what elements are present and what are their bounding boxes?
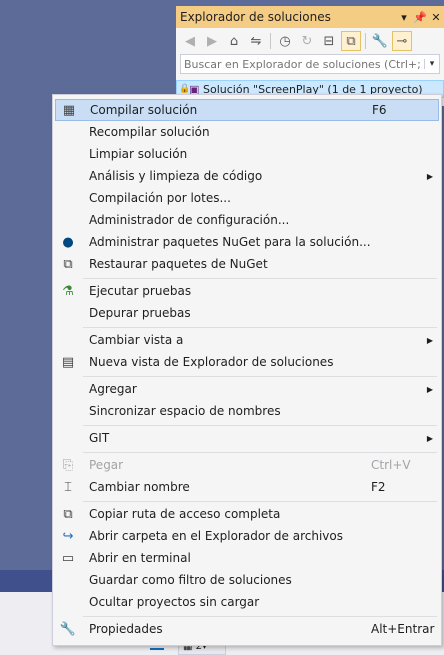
open-folder-icon: ↪ [62, 528, 74, 544]
menu-separator [83, 452, 437, 453]
toolbar-separator [270, 33, 271, 49]
copy-path-icon: ⧉ [63, 506, 73, 522]
menu-separator [83, 425, 437, 426]
submenu-arrow-icon: ▶ [426, 171, 433, 181]
menu-item-clean-solution[interactable]: Limpiar solución [55, 143, 439, 165]
menu-item-configuration-manager[interactable]: Administrador de configuración... [55, 209, 439, 231]
terminal-icon: ▭ [61, 550, 75, 566]
forward-icon[interactable]: ▶ [202, 31, 222, 51]
collapse-all-icon[interactable]: ⊟ [319, 31, 339, 51]
back-icon[interactable]: ◀ [180, 31, 200, 51]
menu-item-add[interactable]: Agregar ▶ [55, 378, 439, 400]
menu-separator [83, 501, 437, 502]
switch-views-icon[interactable]: ⇋ [246, 31, 266, 51]
menu-item-git[interactable]: GIT ▶ [55, 427, 439, 449]
menu-separator [83, 376, 437, 377]
menu-separator [83, 616, 437, 617]
submenu-arrow-icon: ▶ [426, 384, 433, 394]
menu-separator [83, 278, 437, 279]
menu-item-copy-full-path[interactable]: ⧉ Copiar ruta de acceso completa [55, 503, 439, 525]
menu-item-debug-tests[interactable]: Depurar pruebas [55, 302, 439, 324]
dropdown-icon[interactable]: ▾ [396, 11, 412, 24]
menu-separator [83, 327, 437, 328]
lock-icon: 🔒 [179, 84, 191, 94]
paste-icon: ⎘ [62, 457, 74, 473]
wrench-icon: 🔧 [59, 621, 77, 637]
solution-explorer-title: Explorador de soluciones [180, 10, 331, 24]
submenu-arrow-icon: ▶ [426, 433, 433, 443]
menu-item-hide-unloaded[interactable]: Ocultar proyectos sin cargar [55, 591, 439, 613]
home-icon[interactable]: ⌂ [224, 31, 244, 51]
search-options-dropdown-icon[interactable]: ▾ [424, 59, 439, 69]
menu-item-properties[interactable]: 🔧 Propiedades Alt+Entrar [55, 618, 439, 640]
menu-item-analyze-cleanup[interactable]: Análisis y limpieza de código ▶ [55, 165, 439, 187]
preview-selected-icon[interactable]: ⊸ [392, 31, 412, 51]
solution-explorer-titlebar: Explorador de soluciones ▾ 📌 ✕ [176, 6, 444, 28]
menu-item-paste[interactable]: ⎘ Pegar Ctrl+V [55, 454, 439, 476]
menu-item-batch-build[interactable]: Compilación por lotes... [55, 187, 439, 209]
sync-icon[interactable]: ↻ [297, 31, 317, 51]
close-icon[interactable]: ✕ [428, 11, 444, 24]
menu-item-save-filter[interactable]: Guardar como filtro de soluciones [55, 569, 439, 591]
run-tests-icon: ⚗ [62, 283, 74, 299]
menu-item-rebuild-solution[interactable]: Recompilar solución [55, 121, 439, 143]
menu-item-restore-nuget[interactable]: ⧉ Restaurar paquetes de NuGet [55, 253, 439, 275]
menu-item-open-folder[interactable]: ↪ Abrir carpeta en el Explorador de arch… [55, 525, 439, 547]
rename-icon: ⌶ [64, 479, 72, 495]
nuget-icon: ● [62, 234, 74, 250]
solution-explorer-panel: Explorador de soluciones ▾ 📌 ✕ ◀ ▶ ⌂ ⇋ ◷… [176, 6, 444, 106]
menu-item-build-solution[interactable]: ▦ Compilar solución F6 [55, 99, 439, 121]
new-view-icon: ▤ [61, 354, 75, 370]
menu-item-new-explorer-view[interactable]: ▤ Nueva vista de Explorador de solucione… [55, 351, 439, 373]
show-all-files-icon[interactable]: ⧉ [341, 31, 361, 51]
pin-icon[interactable]: 📌 [412, 11, 428, 24]
menu-item-manage-nuget[interactable]: ● Administrar paquetes NuGet para la sol… [55, 231, 439, 253]
menu-item-sync-namespaces[interactable]: Sincronizar espacio de nombres [55, 400, 439, 422]
toolbar-separator [365, 33, 366, 49]
menu-item-open-terminal[interactable]: ▭ Abrir en terminal [55, 547, 439, 569]
properties-wrench-icon[interactable]: 🔧 [370, 31, 390, 51]
submenu-arrow-icon: ▶ [426, 335, 433, 345]
solution-explorer-search: ▾ [180, 54, 440, 74]
solution-explorer-toolbar: ◀ ▶ ⌂ ⇋ ◷ ↻ ⊟ ⧉ 🔧 ⊸ [176, 28, 444, 54]
context-menu: ▦ Compilar solución F6 Recompilar soluci… [52, 94, 442, 646]
menu-item-rename[interactable]: ⌶ Cambiar nombre F2 [55, 476, 439, 498]
pending-changes-filter-icon[interactable]: ◷ [275, 31, 295, 51]
menu-item-switch-view[interactable]: Cambiar vista a ▶ [55, 329, 439, 351]
bottom-tab-indicator [150, 648, 164, 650]
restore-packages-icon: ⧉ [63, 256, 73, 272]
build-icon: ▦ [62, 102, 76, 118]
search-input[interactable] [181, 56, 424, 72]
menu-item-run-tests[interactable]: ⚗ Ejecutar pruebas [55, 280, 439, 302]
